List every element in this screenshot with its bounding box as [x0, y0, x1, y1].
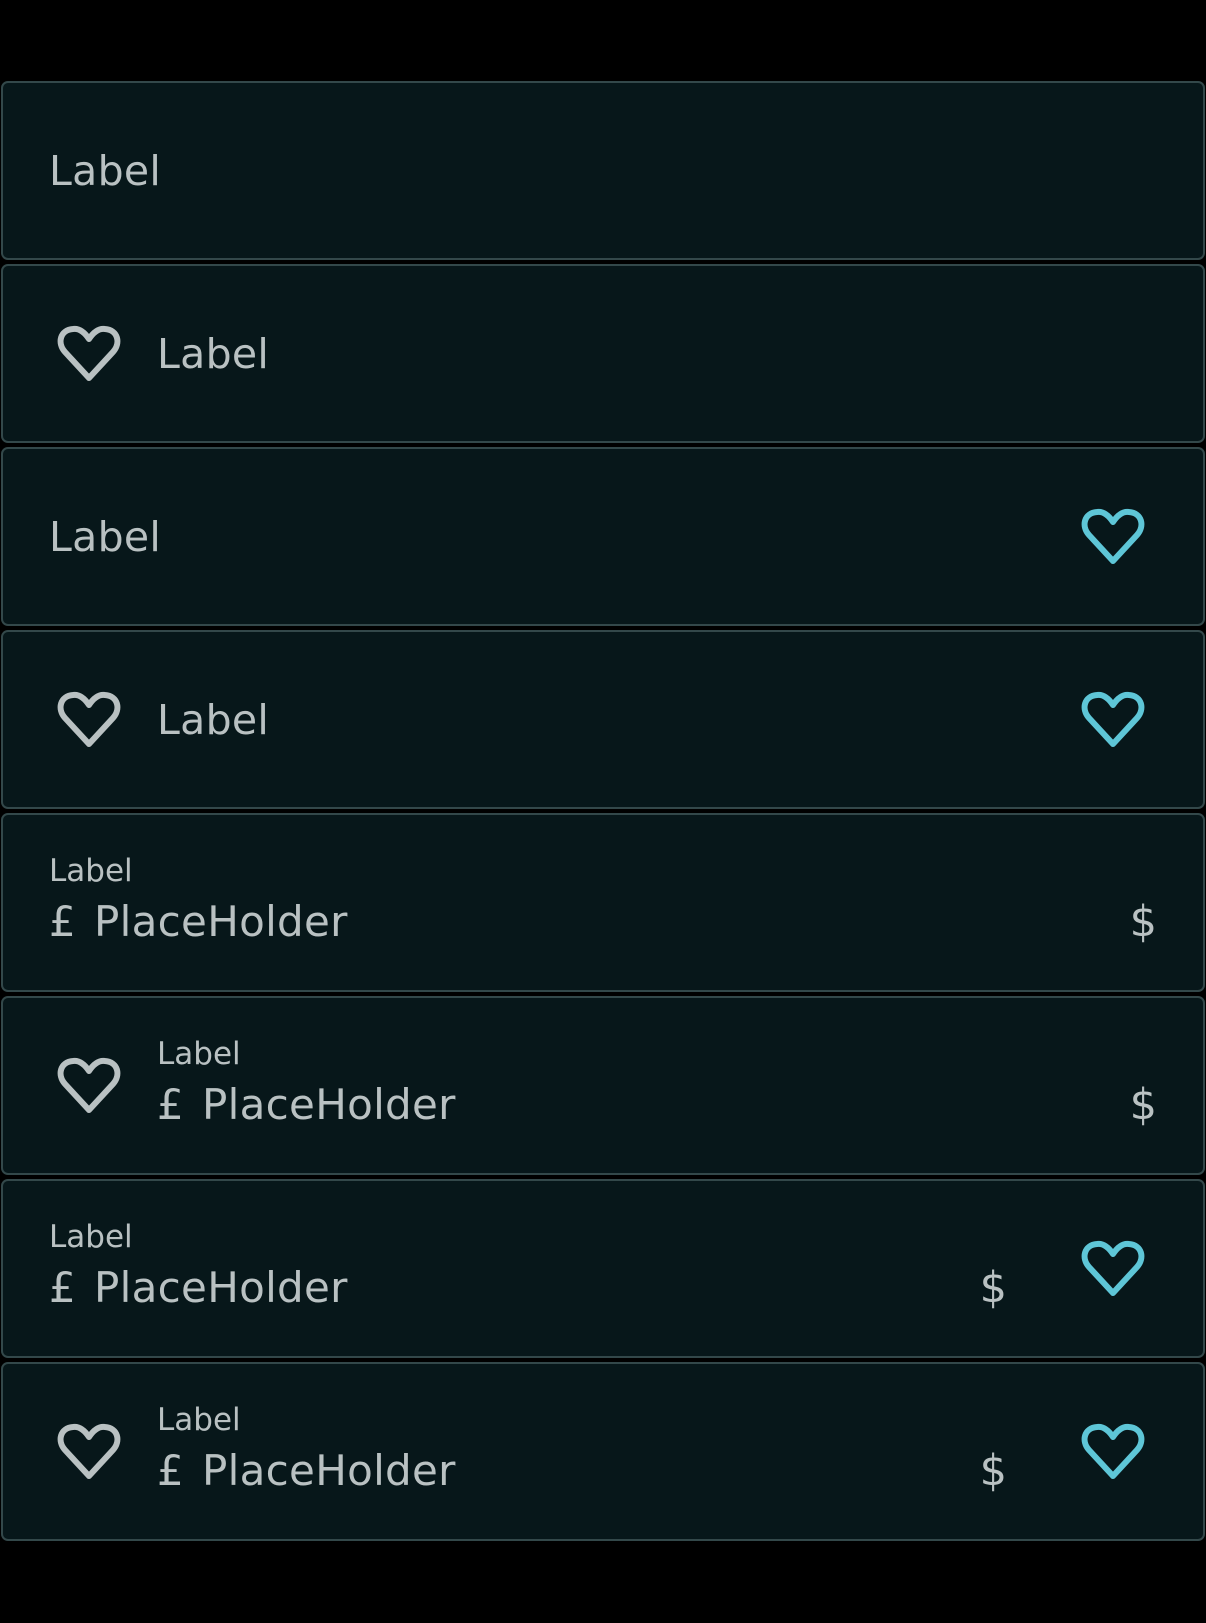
text-field-label-trailing-icon[interactable]: Label	[1, 447, 1205, 626]
heart-icon	[57, 690, 121, 750]
placeholder-text: PlaceHolder	[202, 1080, 456, 1129]
field-input[interactable]: £ PlaceHolder	[157, 1080, 456, 1130]
field-label: Label	[157, 1036, 241, 1072]
field-label: Label	[157, 695, 270, 744]
text-field-input-leading-icon[interactable]: Label £ PlaceHolder $	[1, 996, 1205, 1175]
heart-icon	[57, 1056, 121, 1116]
text-field-input[interactable]: Label £ PlaceHolder $	[1, 813, 1205, 992]
field-label: Label	[157, 1402, 241, 1438]
text-field-label-both-icons[interactable]: Label	[1, 630, 1205, 809]
currency-prefix: £	[49, 897, 77, 946]
field-label: Label	[49, 512, 162, 561]
field-label: Label	[49, 1219, 133, 1255]
currency-suffix: $	[1129, 897, 1157, 947]
heart-icon[interactable]	[1081, 1239, 1145, 1299]
field-input[interactable]: £ PlaceHolder	[49, 1263, 348, 1313]
currency-prefix: £	[157, 1080, 185, 1129]
currency-prefix: £	[157, 1446, 185, 1495]
currency-suffix: $	[979, 1263, 1007, 1313]
heart-icon[interactable]	[1081, 690, 1145, 750]
placeholder-text: PlaceHolder	[94, 897, 348, 946]
text-field-input-both-icons[interactable]: Label £ PlaceHolder $	[1, 1362, 1205, 1541]
field-label: Label	[49, 853, 133, 889]
heart-icon[interactable]	[1081, 507, 1145, 567]
currency-suffix: $	[979, 1446, 1007, 1496]
heart-icon[interactable]	[1081, 1422, 1145, 1482]
placeholder-text: PlaceHolder	[94, 1263, 348, 1312]
field-input[interactable]: £ PlaceHolder	[157, 1446, 456, 1496]
text-field-label[interactable]: Label	[1, 81, 1205, 260]
currency-suffix: $	[1129, 1080, 1157, 1130]
text-field-list: Label Label Label Label Label £ PlaceHold…	[1, 81, 1205, 1545]
field-label: Label	[49, 146, 162, 195]
placeholder-text: PlaceHolder	[202, 1446, 456, 1495]
text-field-input-trailing-icon[interactable]: Label £ PlaceHolder $	[1, 1179, 1205, 1358]
text-field-label-leading-icon[interactable]: Label	[1, 264, 1205, 443]
currency-prefix: £	[49, 1263, 77, 1312]
field-input[interactable]: £ PlaceHolder	[49, 897, 348, 947]
field-label: Label	[157, 329, 270, 378]
heart-icon	[57, 1422, 121, 1482]
heart-icon	[57, 324, 121, 384]
